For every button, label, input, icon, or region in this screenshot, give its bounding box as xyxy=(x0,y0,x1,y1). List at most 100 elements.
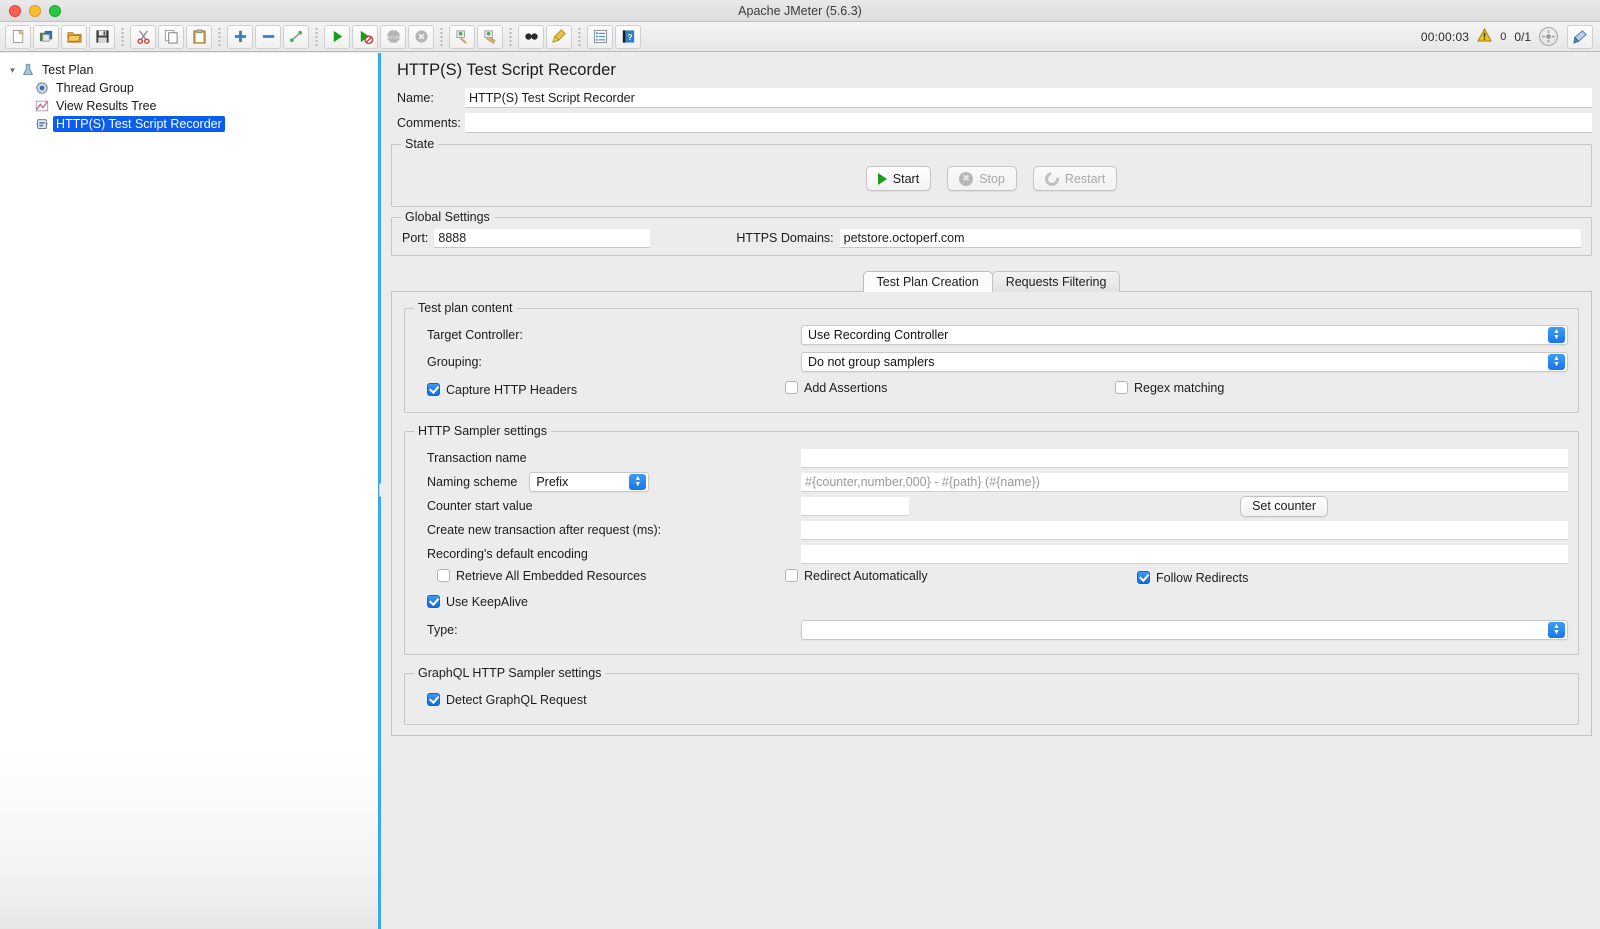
add-assertions-checkbox[interactable]: Add Assertions xyxy=(785,381,1115,400)
copy-icon[interactable] xyxy=(158,24,184,49)
set-counter-button[interactable]: Set counter xyxy=(1240,495,1328,517)
shutdown-icon[interactable] xyxy=(408,24,434,49)
start-button[interactable]: Start xyxy=(865,166,932,191)
expand-all-icon[interactable] xyxy=(227,24,253,49)
naming-scheme-combo[interactable]: Prefix ▲ ▼ xyxy=(529,472,650,492)
port-input[interactable] xyxy=(434,228,651,248)
stop-button[interactable]: ✖ Stop xyxy=(947,166,1017,191)
default-encoding-input[interactable] xyxy=(801,544,1568,564)
tree-node-http-test-script-recorder[interactable]: HTTP(S) Test Script Recorder xyxy=(4,115,378,133)
tab-test-plan-creation[interactable]: Test Plan Creation xyxy=(862,271,993,292)
thread-status-icon[interactable] xyxy=(1539,27,1558,46)
checkbox-box[interactable] xyxy=(1115,381,1128,395)
tree-node-label: HTTP(S) Test Script Recorder xyxy=(53,116,225,132)
tab-requests-filtering[interactable]: Requests Filtering xyxy=(991,271,1121,292)
checkbox-box[interactable] xyxy=(785,569,798,583)
comments-input[interactable] xyxy=(465,113,1592,133)
checkbox-box[interactable] xyxy=(437,569,450,583)
redirect-automatically-checkbox[interactable]: Redirect Automatically xyxy=(785,569,1137,588)
save-icon[interactable] xyxy=(89,24,115,49)
counter-start-input[interactable] xyxy=(801,496,909,516)
clear-icon[interactable] xyxy=(449,24,475,49)
minimize-window-button[interactable] xyxy=(29,4,41,17)
toolbar-separator xyxy=(217,26,222,47)
paste-icon[interactable] xyxy=(186,24,212,49)
stop-button-label: Stop xyxy=(979,171,1005,186)
toolbar-group-search xyxy=(517,24,573,49)
templates-icon[interactable] xyxy=(33,24,59,49)
sampler-checkbox-row-2: Use KeepAlive xyxy=(411,590,1568,614)
main-toolbar: STOP ? 00:00:03 0 0/1 xyxy=(0,22,1600,52)
toolbar-group-file xyxy=(4,24,116,49)
toolbar-group-tree xyxy=(226,24,310,49)
chevron-updown-icon[interactable]: ▲ ▼ xyxy=(1548,622,1565,638)
regex-matching-checkbox[interactable]: Regex matching xyxy=(1115,381,1568,400)
chevron-updown-icon[interactable]: ▲ ▼ xyxy=(629,474,647,490)
grouping-label: Grouping: xyxy=(427,355,482,369)
checkbox-box[interactable] xyxy=(1137,571,1150,584)
search-icon[interactable] xyxy=(518,24,544,49)
naming-scheme-text: Naming scheme xyxy=(427,475,518,489)
graphql-settings-group: GraphQL HTTP Sampler settings Detect Gra… xyxy=(404,666,1579,725)
chevron-updown-icon[interactable]: ▲ ▼ xyxy=(1548,327,1565,343)
comments-label: Comments: xyxy=(397,116,461,130)
test-plan-icon xyxy=(19,62,36,78)
cut-icon[interactable] xyxy=(130,24,156,49)
stop-icon[interactable]: STOP xyxy=(380,24,406,49)
use-keepalive-checkbox[interactable]: Use KeepAlive xyxy=(411,593,785,611)
restart-button[interactable]: Restart xyxy=(1032,166,1118,191)
toolbar-separator xyxy=(120,26,125,47)
tree-node-thread-group[interactable]: Thread Group xyxy=(4,79,378,97)
close-window-button[interactable] xyxy=(9,4,21,17)
transaction-name-input[interactable] xyxy=(801,448,1568,468)
open-icon[interactable] xyxy=(61,24,87,49)
checkbox-box[interactable] xyxy=(427,693,440,706)
warning-icon[interactable] xyxy=(1477,27,1493,45)
https-domains-input[interactable] xyxy=(839,228,1581,248)
window-controls[interactable] xyxy=(9,4,61,17)
clear-all-icon[interactable] xyxy=(477,24,503,49)
naming-pattern-input[interactable] xyxy=(801,472,1568,492)
active-threads-ratio: 0/1 xyxy=(1514,29,1531,44)
type-combo[interactable]: ▲ ▼ xyxy=(801,620,1568,640)
chevron-down-icon[interactable]: ▾ xyxy=(6,65,19,76)
test-plan-tree[interactable]: ▾ Test Plan Thread Group View Results Tr… xyxy=(0,55,378,133)
counter-start-row: Counter start value Set counter xyxy=(411,494,1568,518)
new-transaction-row: Create new transaction after request (ms… xyxy=(411,518,1568,542)
checkbox-box[interactable] xyxy=(427,383,440,396)
svg-text:STOP: STOP xyxy=(387,35,400,40)
name-input[interactable] xyxy=(465,88,1592,108)
follow-redirects-checkbox[interactable]: Follow Redirects xyxy=(1137,569,1568,587)
checkbox-box[interactable] xyxy=(427,595,440,608)
regex-matching-label: Regex matching xyxy=(1134,380,1225,395)
new-transaction-input[interactable] xyxy=(801,520,1568,540)
port-label: Port: xyxy=(402,231,429,245)
tree-node-view-results-tree[interactable]: View Results Tree xyxy=(4,97,378,115)
help-icon[interactable]: ? xyxy=(615,24,641,49)
function-helper-icon[interactable] xyxy=(587,24,613,49)
capture-http-headers-checkbox[interactable]: Capture HTTP Headers xyxy=(411,381,785,399)
toolbar-separator xyxy=(577,26,582,47)
clear-gui-icon[interactable] xyxy=(1567,24,1593,49)
retrieve-embedded-checkbox[interactable]: Retrieve All Embedded Resources xyxy=(411,569,785,588)
tree-node-label: Test Plan xyxy=(42,63,94,77)
naming-scheme-label: Naming scheme Prefix ▲ ▼ xyxy=(411,472,801,492)
collapse-all-icon[interactable] xyxy=(255,24,281,49)
svg-text:?: ? xyxy=(627,32,632,42)
tree-node-test-plan[interactable]: ▾ Test Plan xyxy=(4,61,378,79)
thread-group-icon xyxy=(33,80,50,96)
target-controller-combo[interactable]: Use Recording Controller ▲ ▼ xyxy=(801,325,1568,345)
checkbox-box[interactable] xyxy=(785,381,798,395)
capture-http-headers-label: Capture HTTP Headers xyxy=(446,382,578,397)
detect-graphql-checkbox[interactable]: Detect GraphQL Request xyxy=(411,691,785,709)
toggle-icon[interactable] xyxy=(283,24,309,49)
toolbar-group-edit xyxy=(129,24,213,49)
recorder-tabstrip: Test Plan Creation Requests Filtering xyxy=(391,270,1592,292)
maximize-window-button[interactable] xyxy=(49,4,61,17)
chevron-updown-icon[interactable]: ▲ ▼ xyxy=(1548,354,1565,370)
start-no-timers-icon[interactable] xyxy=(352,24,378,49)
new-icon[interactable] xyxy=(5,24,31,49)
grouping-combo[interactable]: Do not group samplers ▲ ▼ xyxy=(801,352,1568,372)
reset-search-icon[interactable] xyxy=(546,24,572,49)
start-icon[interactable] xyxy=(324,24,350,49)
